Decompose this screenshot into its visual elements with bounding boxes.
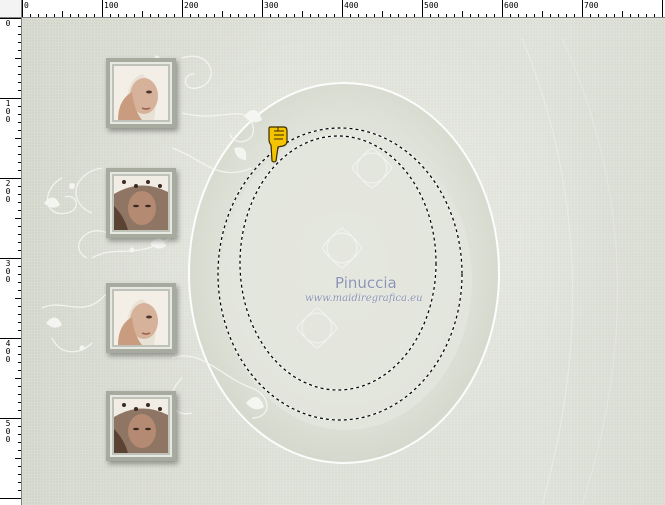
ruler-label: 200	[184, 1, 199, 10]
background-arc	[521, 37, 574, 505]
photo-tile-1[interactable]	[106, 58, 176, 128]
ruler-label: 300	[5, 259, 11, 284]
photo-woman-hand-over-eye	[114, 291, 168, 345]
photo-tile-4[interactable]	[106, 391, 176, 461]
photo-tile-2[interactable]	[106, 168, 176, 238]
ruler-label: 100	[104, 1, 119, 10]
ruler-label: 0	[5, 19, 11, 28]
photo-woman-polka-dot-cap	[114, 176, 168, 230]
horizontal-ruler: 0 100 200 300 400 500 600 700	[22, 0, 665, 18]
background-arc	[561, 37, 619, 505]
pointing-hand-icon	[268, 126, 288, 163]
ruler-label: 700	[584, 1, 599, 10]
photo-woman-polka-dot-cap	[114, 399, 168, 453]
ruler-label: 400	[344, 1, 359, 10]
ruler-label: 0	[24, 1, 29, 10]
image-canvas[interactable]: Pinuccia www.maidiregrafica.eu	[22, 18, 665, 505]
ruler-label: 200	[5, 179, 11, 204]
ruler-label: 300	[264, 1, 279, 10]
ruler-label: 600	[504, 1, 519, 10]
watermark-name: Pinuccia	[335, 274, 397, 292]
photo-woman-hand-over-eye	[114, 66, 168, 120]
ruler-label: 100	[5, 99, 11, 124]
ruler-label: 400	[5, 339, 11, 364]
vertical-ruler: 0 100 200 300 400 500	[0, 18, 22, 505]
watermark-url: www.maidiregrafica.eu	[305, 293, 423, 304]
ruler-corner	[0, 0, 22, 18]
ruler-label: 500	[5, 419, 11, 444]
ruler-label: 500	[424, 1, 439, 10]
photo-tile-3[interactable]	[106, 283, 176, 353]
